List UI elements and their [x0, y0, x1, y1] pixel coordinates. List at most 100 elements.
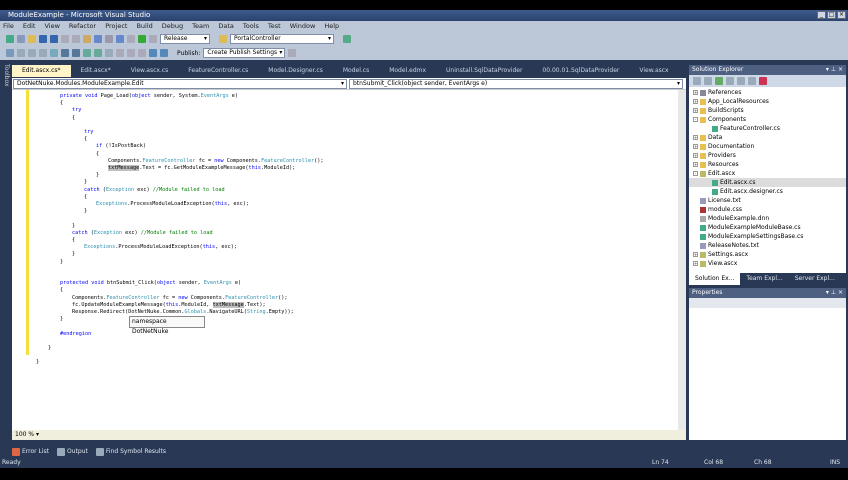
comment-icon[interactable] [83, 49, 91, 57]
tree-item[interactable]: + View.ascx [689, 259, 846, 268]
undo-icon[interactable] [94, 35, 102, 43]
tab-document[interactable]: View.ascx [629, 65, 678, 77]
solution-config-select[interactable]: Release [160, 34, 210, 44]
navigate-icon[interactable] [116, 35, 124, 43]
code-editor[interactable]: private void Page_Load(object sender, Sy… [12, 90, 686, 430]
bookmark-icon[interactable] [116, 49, 124, 57]
pane-buttons[interactable]: ▾ ⊥ × [826, 65, 843, 75]
toolbar-icon[interactable] [28, 49, 36, 57]
toolbar-icon[interactable] [17, 49, 25, 57]
tab-document[interactable]: Model.Designer.cs [258, 65, 333, 77]
class-diagram-icon[interactable] [748, 77, 756, 85]
tree-item[interactable]: ModuleExampleModuleBase.cs [689, 223, 846, 232]
tab-document[interactable]: View.ascx.cs [121, 65, 179, 77]
expander-icon[interactable]: + [693, 99, 698, 104]
menu-team[interactable]: Team [192, 21, 209, 32]
bookmark-icon[interactable] [127, 49, 135, 57]
member-select[interactable]: btnSubmit_Click(object sender, EventArgs… [349, 79, 683, 89]
bookmark-icon[interactable] [160, 49, 168, 57]
view-code-icon[interactable] [726, 77, 734, 85]
expander-icon[interactable]: - [693, 117, 698, 122]
menu-edit[interactable]: Edit [23, 21, 36, 32]
navigate-forward-icon[interactable] [127, 35, 135, 43]
properties-icon[interactable] [693, 77, 701, 85]
tab-document[interactable]: 00.00.01.SqlDataProvider [532, 65, 629, 77]
expander-icon[interactable]: - [693, 171, 698, 176]
tree-item[interactable]: Edit.ascx.designer.cs [689, 187, 846, 196]
menu-view[interactable]: View [44, 21, 59, 32]
expander-icon[interactable]: + [693, 144, 698, 149]
tree-item[interactable]: Edit.ascx.cs [689, 178, 846, 187]
tree-item[interactable]: module.css [689, 205, 846, 214]
toolbar-icon[interactable] [6, 49, 14, 57]
start-debug-icon[interactable] [138, 35, 146, 43]
close-button[interactable]: × [837, 11, 846, 19]
save-all-icon[interactable] [50, 35, 58, 43]
toolbar-icon[interactable] [50, 49, 58, 57]
new-project-icon[interactable] [6, 35, 14, 43]
show-all-files-icon[interactable] [704, 77, 712, 85]
expander-icon[interactable]: + [693, 153, 698, 158]
bottom-tab[interactable]: Output [57, 446, 88, 457]
explorer-tab[interactable]: Team Expl... [740, 273, 788, 285]
type-select[interactable]: DotNetNuke.Modules.ModuleExample.Edit [13, 79, 347, 89]
bookmark-icon[interactable] [138, 49, 146, 57]
redo-icon[interactable] [105, 35, 113, 43]
tree-item[interactable]: + Data [689, 133, 846, 142]
indent-icon[interactable] [72, 49, 80, 57]
view-designer-icon[interactable] [737, 77, 745, 85]
tree-item[interactable]: - Components [689, 115, 846, 124]
find-combo[interactable]: PortalController [230, 34, 334, 44]
find-icon[interactable] [219, 35, 227, 43]
tab-document[interactable]: Edit.ascx* [71, 65, 121, 77]
tree-item[interactable]: ModuleExampleSettingsBase.cs [689, 232, 846, 241]
save-icon[interactable] [39, 35, 47, 43]
expander-icon[interactable]: + [693, 108, 698, 113]
tree-item[interactable]: ReleaseNotes.txt [689, 241, 846, 250]
bookmark-icon[interactable] [105, 49, 113, 57]
tree-item[interactable]: + References [689, 88, 846, 97]
menu-file[interactable]: File [3, 21, 14, 32]
menu-project[interactable]: Project [105, 21, 127, 32]
minimize-button[interactable]: _ [817, 11, 826, 19]
tree-item[interactable]: + App_LocalResources [689, 97, 846, 106]
bookmark-icon[interactable] [149, 49, 157, 57]
tree-item[interactable]: ModuleExample.dnn [689, 214, 846, 223]
maximize-button[interactable]: □ [827, 11, 836, 19]
expander-icon[interactable]: + [693, 252, 698, 257]
tree-item[interactable]: License.txt [689, 196, 846, 205]
refresh-icon[interactable] [715, 77, 723, 85]
tree-item[interactable]: + Documentation [689, 142, 846, 151]
tab-document[interactable]: Model.cs [333, 65, 379, 77]
publish-icon[interactable] [288, 49, 297, 57]
tree-item[interactable]: + Providers [689, 151, 846, 160]
config-icon[interactable] [759, 77, 767, 85]
menu-help[interactable]: Help [324, 21, 339, 32]
vertical-scrollbar[interactable] [678, 90, 686, 430]
add-item-icon[interactable] [17, 35, 25, 43]
tree-item[interactable]: + Resources [689, 160, 846, 169]
tab-document[interactable]: Edit.ascx.cs* [12, 65, 71, 77]
toolbox-strip[interactable]: Toolbox [0, 64, 10, 144]
uncomment-icon[interactable] [94, 49, 102, 57]
menu-window[interactable]: Window [290, 21, 316, 32]
menu-debug[interactable]: Debug [162, 21, 183, 32]
tree-item[interactable]: + Settings.ascx [689, 250, 846, 259]
tab-document[interactable]: Uninstall.SqlDataProvider [436, 65, 532, 77]
menu-refactor[interactable]: Refactor [69, 21, 96, 32]
bottom-tab[interactable]: Find Symbol Results [95, 446, 166, 457]
toolbar-icon[interactable] [39, 49, 47, 57]
pane-buttons[interactable]: ▾ ⊥ × [826, 288, 843, 298]
cut-icon[interactable] [61, 35, 69, 43]
tree-item[interactable]: + BuildScripts [689, 106, 846, 115]
open-icon[interactable] [28, 35, 36, 43]
tree-item[interactable]: - Edit.ascx [689, 169, 846, 178]
tab-document[interactable]: FeatureController.cs [178, 65, 258, 77]
publish-select[interactable]: Create Publish Settings [203, 48, 286, 58]
expander-icon[interactable]: + [693, 90, 698, 95]
explorer-tab[interactable]: Server Expl... [789, 273, 841, 285]
zoom-select[interactable]: 100 % [15, 431, 34, 438]
tab-document[interactable]: Model.edmx [379, 65, 436, 77]
outdent-icon[interactable] [61, 49, 69, 57]
menu-test[interactable]: Test [268, 21, 281, 32]
